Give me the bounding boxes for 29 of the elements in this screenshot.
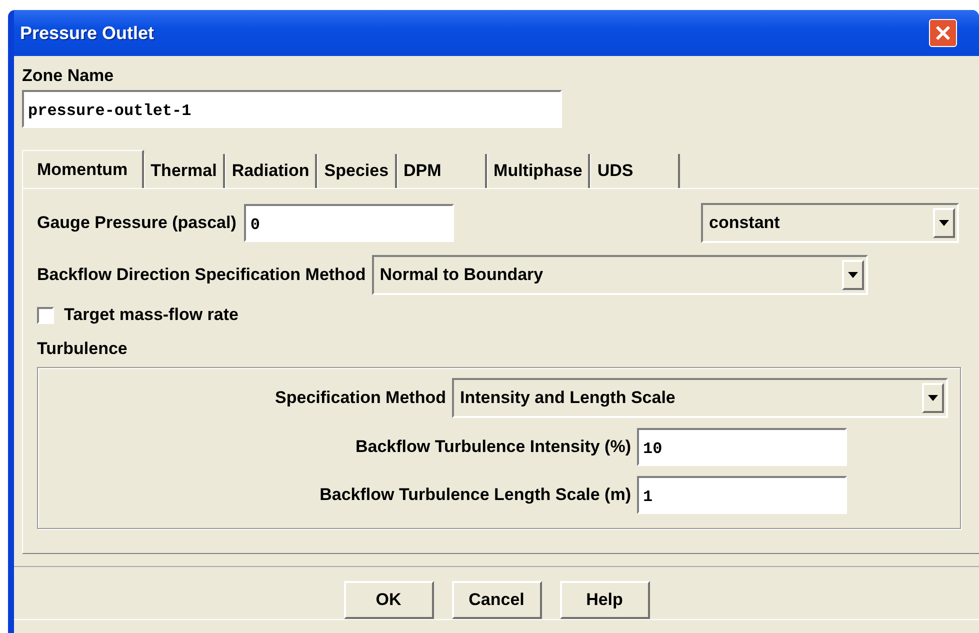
- tab[interactable]: DPM: [396, 154, 487, 188]
- field-label: Backflow Turbulence Intensity (%): [355, 437, 631, 457]
- field-label: Backflow Turbulence Length Scale (m): [320, 485, 631, 505]
- dialog-button[interactable]: Help: [560, 581, 650, 619]
- tab[interactable]: Species: [317, 154, 397, 188]
- dropdown[interactable]: Intensity and Length Scale: [452, 378, 948, 418]
- tab[interactable]: Radiation: [224, 154, 318, 188]
- dropdown[interactable]: Normal to Boundary: [372, 255, 868, 295]
- section-title: Turbulence: [37, 339, 128, 359]
- field-label: Gauge Pressure (pascal): [37, 213, 236, 233]
- dialog-button[interactable]: OK: [344, 581, 434, 619]
- window-title: Pressure Outlet: [20, 22, 154, 44]
- tab[interactable]: Multiphase: [486, 154, 590, 188]
- input-field[interactable]: 1: [637, 476, 847, 514]
- close-icon[interactable]: [935, 25, 951, 41]
- dropdown[interactable]: constant: [701, 203, 959, 243]
- field-label: Backflow Direction Specification Method: [37, 265, 366, 285]
- checkbox[interactable]: [37, 306, 54, 324]
- checkbox-label: Target mass-flow rate: [64, 305, 238, 325]
- input-field[interactable]: 10: [637, 428, 847, 466]
- field-label: Specification Method: [275, 388, 446, 408]
- dialog-button[interactable]: Cancel: [452, 581, 542, 619]
- tab[interactable]: UDS: [590, 154, 680, 188]
- gauge-pressure-field[interactable]: 0: [244, 204, 454, 242]
- tab[interactable]: Momentum: [22, 150, 144, 188]
- tab[interactable]: Thermal: [144, 154, 225, 188]
- field-label: Zone Name: [22, 66, 115, 86]
- close-button[interactable]: [929, 19, 957, 47]
- zone-name-field[interactable]: pressure-outlet-1: [22, 90, 562, 128]
